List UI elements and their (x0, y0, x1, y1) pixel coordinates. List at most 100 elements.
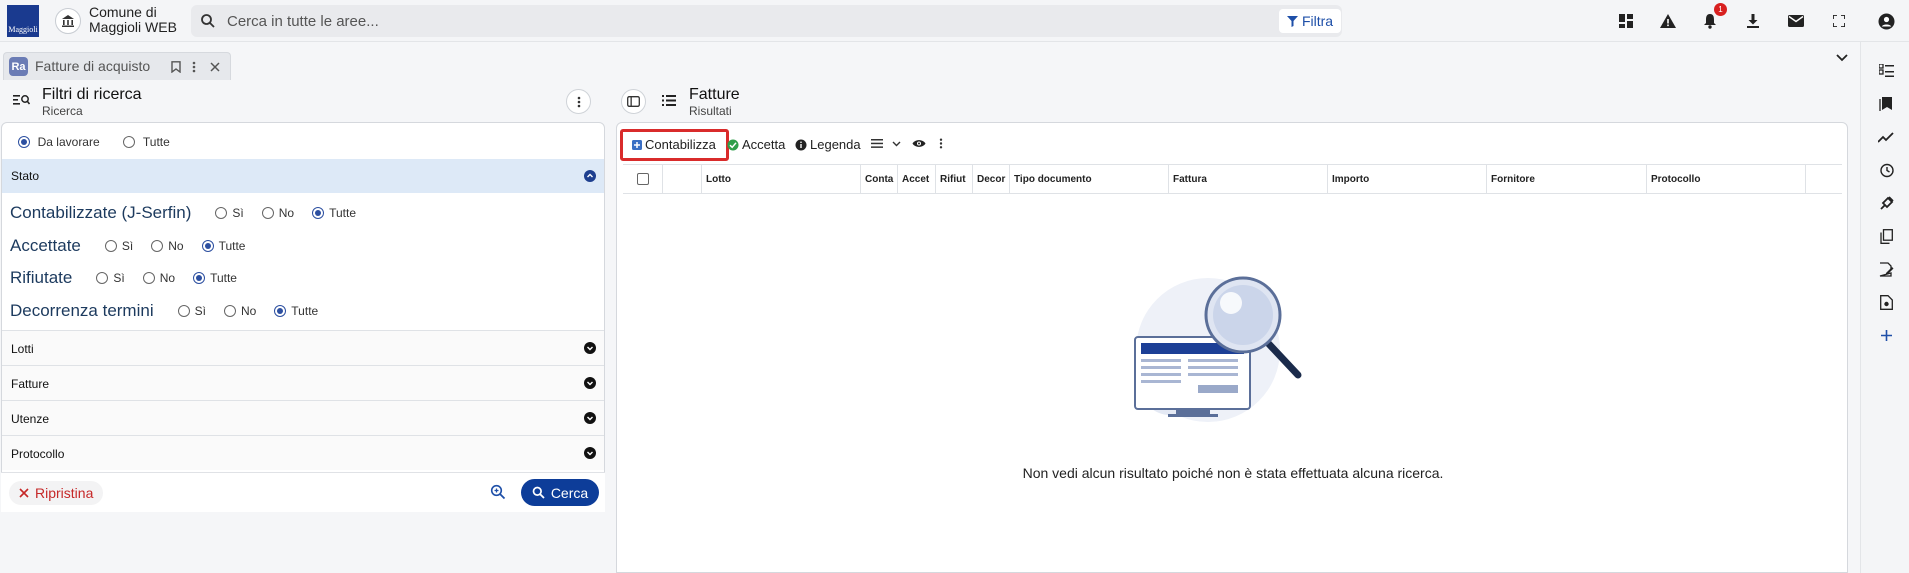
bell-icon (1704, 14, 1716, 29)
section-label: Protocollo (11, 447, 65, 461)
contabilizza-button[interactable]: Contabilizza (632, 137, 716, 152)
radio-si[interactable] (177, 305, 190, 317)
column-protocollo[interactable]: Protocollo (1647, 165, 1806, 193)
radio-no[interactable] (223, 305, 236, 317)
rail-trends-button[interactable] (1877, 128, 1895, 146)
option-label: Tutte (329, 206, 356, 220)
empty-results-message: Non vedi alcun risultato poiché non è st… (1022, 465, 1444, 481)
expand-icon[interactable] (584, 342, 596, 354)
filter-button[interactable]: Filtra (1279, 9, 1341, 33)
expand-icon[interactable] (584, 447, 596, 459)
collapse-icon[interactable] (584, 170, 596, 182)
column-spacer (1806, 165, 1842, 193)
search-button[interactable]: Cerca (521, 479, 599, 506)
chevron-down-icon[interactable] (1836, 54, 1848, 62)
rail-document-button[interactable] (1877, 293, 1895, 311)
column-contabilizzata[interactable]: Conta (861, 165, 898, 193)
column-accettata[interactable]: Accet (898, 165, 936, 193)
option-label: Sì (194, 304, 206, 318)
messages-button[interactable] (1785, 10, 1807, 32)
filters-menu-button[interactable] (566, 89, 591, 114)
filter-search-icon (13, 95, 30, 105)
column-rifiutata[interactable]: Rifiut (936, 165, 973, 193)
column-fattura[interactable]: Fattura (1169, 165, 1328, 193)
tab-fatture-di-acquisto[interactable]: Ra Fatture di acquisto (3, 52, 231, 80)
section-stato-header[interactable]: Stato (2, 159, 604, 193)
radio-no[interactable] (261, 207, 274, 219)
legenda-button[interactable]: Legenda (795, 137, 861, 152)
density-menu-button[interactable] (871, 139, 901, 148)
filters-panel: Da lavorare Tutte Stato Contabilizzate (… (1, 122, 605, 512)
top-bar: Maggioli Comune di Maggioli WEB Filtra 1 (0, 0, 1909, 42)
reset-label: Ripristina (35, 485, 94, 501)
expand-icon[interactable] (584, 377, 596, 389)
filters-title: Filtri di ricerca (42, 86, 142, 103)
toolbar-more-button[interactable] (939, 138, 943, 149)
radio-si[interactable] (96, 272, 109, 284)
rail-plugin-button[interactable] (1877, 194, 1895, 212)
filter-label: Rifiutate (10, 268, 73, 287)
rail-bookmarks-button[interactable] (1877, 95, 1895, 113)
tab-menu-icon[interactable] (192, 61, 196, 73)
home-button[interactable] (55, 8, 81, 34)
column-importo[interactable]: Importo (1328, 165, 1487, 193)
search-icon (532, 486, 545, 499)
option-label: No (240, 304, 257, 318)
select-all-checkbox[interactable] (636, 173, 649, 185)
user-account-button[interactable] (1875, 10, 1897, 32)
work-status-radios: Da lavorare Tutte (18, 133, 170, 149)
search-input[interactable] (227, 5, 1127, 37)
post-entry-icon (632, 139, 642, 150)
info-icon (795, 139, 807, 150)
warning-icon (1660, 14, 1676, 28)
dashboard-button[interactable] (1615, 10, 1637, 32)
rail-edit-doc-button[interactable] (1877, 260, 1895, 278)
radio-tutte[interactable] (123, 135, 136, 148)
section-label: Stato (11, 169, 40, 183)
radio-si[interactable] (215, 207, 228, 219)
rail-copy-button[interactable] (1877, 227, 1895, 245)
reset-button[interactable]: Ripristina (9, 481, 104, 505)
search-button-label: Cerca (550, 484, 589, 501)
visibility-button[interactable] (912, 139, 926, 148)
bookmarks-icon (1879, 97, 1892, 111)
list-details-icon (1878, 64, 1894, 77)
radio-tutte[interactable] (201, 240, 214, 252)
section-protocollo-header[interactable]: Protocollo (2, 435, 604, 470)
accetta-button[interactable]: Accetta (727, 137, 785, 152)
rail-list-button[interactable] (1877, 62, 1895, 80)
bookmark-icon[interactable] (171, 61, 181, 73)
option-label: Tutte (291, 304, 319, 318)
filter-label: Accettate (10, 236, 81, 255)
edit-document-icon (1879, 261, 1893, 277)
radio-tutte[interactable] (274, 305, 287, 317)
radio-da-lavorare[interactable] (18, 135, 30, 148)
radio-no[interactable] (142, 272, 155, 284)
radio-tutte[interactable] (193, 272, 206, 284)
maggioli-logo[interactable]: Maggioli (7, 5, 39, 37)
section-lotti-header[interactable]: Lotti (2, 330, 604, 365)
section-fatture-header[interactable]: Fatture (2, 365, 604, 400)
document-icon (1879, 294, 1893, 310)
radio-tutte[interactable] (312, 207, 325, 219)
history-icon (1879, 163, 1894, 177)
column-tipo-documento[interactable]: Tipo documento (1010, 165, 1169, 193)
zoom-search-icon[interactable] (490, 484, 506, 500)
expand-icon[interactable] (584, 412, 596, 424)
rail-add-button[interactable] (1877, 326, 1895, 344)
close-icon[interactable] (210, 62, 220, 72)
fullscreen-button[interactable] (1828, 10, 1850, 32)
contabilizza-label: Contabilizza (645, 137, 716, 152)
filter-label: Contabilizzate (J-Serfin) (10, 203, 192, 222)
column-decorrenza[interactable]: Decor (973, 165, 1010, 193)
downloads-button[interactable] (1742, 10, 1764, 32)
column-lotto[interactable]: Lotto (702, 165, 861, 193)
toggle-filters-sidebar-button[interactable] (621, 89, 646, 114)
radio-no[interactable] (151, 240, 164, 252)
warnings-button[interactable] (1657, 10, 1679, 32)
radio-si[interactable] (104, 240, 117, 252)
section-utenze-header[interactable]: Utenze (2, 400, 604, 435)
search-icon (201, 14, 215, 28)
column-fornitore[interactable]: Fornitore (1487, 165, 1647, 193)
rail-history-button[interactable] (1877, 161, 1895, 179)
